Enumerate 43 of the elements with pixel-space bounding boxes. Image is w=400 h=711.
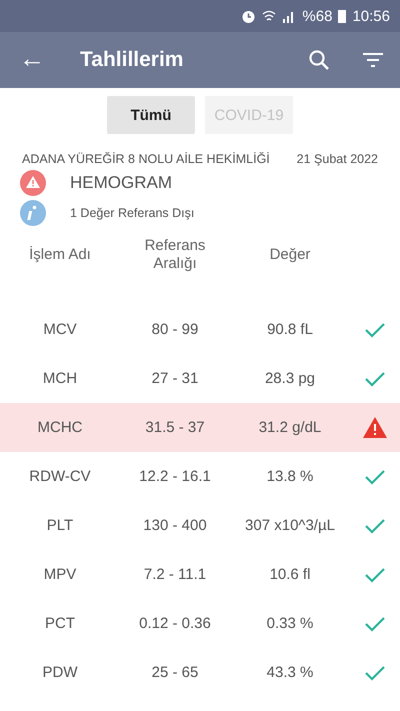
value-cell-text: 307 x10^3/µL: [244, 517, 336, 534]
value-cell-text: 90.8 fL: [266, 321, 314, 338]
info-icon: [20, 200, 46, 226]
reference-range-cell-text: 80 - 99: [150, 321, 200, 338]
reference-range-cell-text: 7.2 - 11.1: [142, 566, 208, 583]
reference-range-cell-text: 0.12 - 0.36: [138, 615, 212, 632]
test-name: HEMOGRAM: [70, 173, 172, 193]
wifi-icon: [262, 9, 276, 23]
value-cell-text: 10.6 fl: [268, 566, 312, 583]
reference-range-cell-text: 130 - 400: [142, 517, 208, 534]
out-of-range-summary: 1 Değer Referans Dışı: [70, 206, 194, 220]
test-name-cell-text: PLT: [46, 517, 74, 534]
alarm-icon: [241, 8, 256, 24]
value-cell-text: 31.2 g/dL: [258, 419, 322, 436]
value-cell-text: 0.33 %: [266, 615, 314, 632]
test-name-cell-text: MCHC: [36, 419, 84, 436]
back-button[interactable]: ←: [0, 32, 64, 88]
value-cell-text: 13.8 %: [266, 468, 314, 485]
test-name-cell-text: RDW-CV: [28, 468, 92, 485]
test-name-cell-text: PCT: [44, 615, 76, 632]
reference-range-cell-text: 25 - 65: [150, 664, 200, 681]
test-name-cell-text: MCH: [42, 370, 78, 387]
tab[interactable]: Tümü: [107, 96, 195, 134]
reference-range-cell-text: 31.5 - 37: [144, 419, 206, 436]
test-name-cell-text: MPV: [42, 566, 78, 583]
reference-range-cell-text: 12.2 - 16.1: [138, 468, 212, 485]
value-cell-text: 43.3 %: [266, 664, 314, 681]
warning-icon: [20, 170, 46, 196]
battery-icon: [338, 9, 346, 23]
filter-icon: [363, 52, 383, 68]
battery-percent: %68: [302, 8, 332, 24]
institution-name: ADANA YÜREĞİR 8 NOLU AİLE HEKİMLİĞİ: [22, 152, 270, 166]
report-date: 21 Şubat 2022: [296, 152, 378, 166]
clock: 10:56: [352, 8, 390, 24]
search-icon: [308, 49, 330, 71]
screen-title: Tahlillerim: [79, 48, 184, 72]
column-header: Değer: [268, 246, 312, 264]
test-name-cell-text: PDW: [42, 664, 78, 681]
value-cell-text: 28.3 pg: [264, 370, 316, 387]
column-header: İşlem Adı: [28, 246, 92, 264]
column-header: Referans Aralığı: [144, 237, 206, 273]
reference-range-cell-text: 27 - 31: [150, 370, 200, 387]
test-name-cell-text: MCV: [42, 321, 78, 338]
